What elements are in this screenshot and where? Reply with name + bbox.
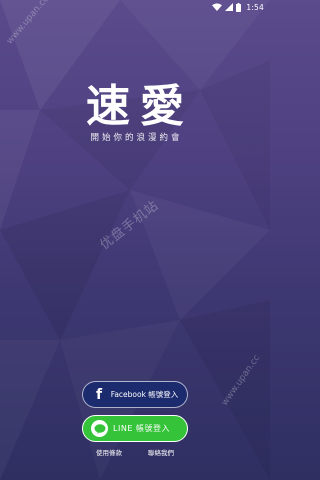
- app-title: 速愛: [86, 81, 194, 132]
- terms-of-use-link[interactable]: 使用條款: [96, 447, 122, 457]
- battery-icon: [236, 2, 242, 12]
- status-time: 1:54: [246, 2, 264, 12]
- wifi-icon: [212, 3, 223, 11]
- signal-icon: [225, 3, 234, 11]
- app-tagline: 開始你的浪漫約會: [90, 133, 183, 143]
- facebook-login-label: Facebook 帳號登入: [110, 390, 179, 399]
- facebook-login-button[interactable]: f Facebook 帳號登入: [82, 381, 188, 408]
- line-icon: [91, 420, 108, 437]
- status-bar: 1:54: [0, 0, 270, 14]
- contact-us-link[interactable]: 聯絡我們: [148, 447, 174, 457]
- line-login-label: LINE 帳號登入: [113, 424, 170, 433]
- line-login-button[interactable]: LINE 帳號登入: [82, 415, 188, 442]
- facebook-icon: f: [95, 386, 103, 403]
